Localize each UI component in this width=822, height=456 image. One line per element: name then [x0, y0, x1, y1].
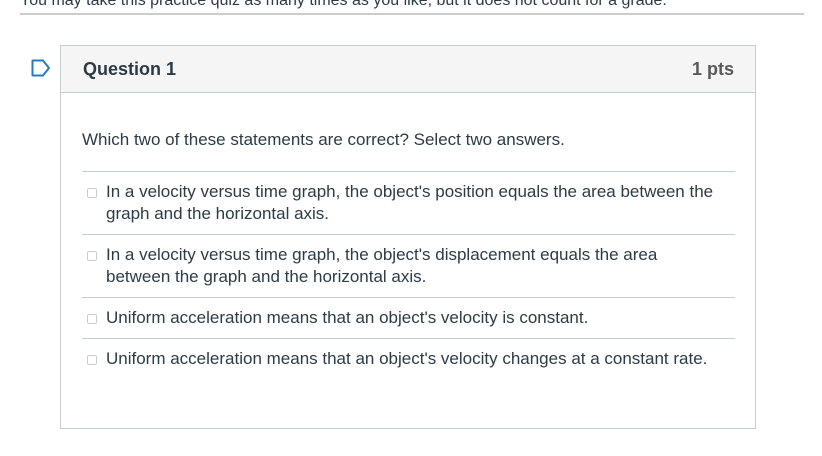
flag-question-icon[interactable] — [31, 59, 51, 77]
answer-label: In a velocity versus time graph, the obj… — [106, 245, 658, 286]
question-points: 1 pts — [691, 58, 734, 79]
answer-option[interactable]: Uniform acceleration means that an objec… — [82, 339, 735, 379]
question-body: Which two of these statements are correc… — [61, 93, 755, 379]
question-title: Question 1 — [83, 58, 177, 79]
quiz-intro-text: You may take this practice quiz as many … — [20, 0, 667, 9]
answer-label: Uniform acceleration means that an objec… — [106, 308, 589, 327]
answer-option[interactable]: In a velocity versus time graph, the obj… — [82, 235, 735, 298]
answer-checkbox[interactable] — [87, 188, 97, 198]
answer-checkbox[interactable] — [87, 251, 97, 261]
question-card: Question 1 1 pts Which two of these stat… — [60, 45, 756, 429]
question-text: Which two of these statements are correc… — [82, 130, 565, 149]
answer-label: In a velocity versus time graph, the obj… — [106, 182, 714, 223]
answer-option[interactable]: Uniform acceleration means that an objec… — [82, 298, 735, 339]
answer-label: Uniform acceleration means that an objec… — [106, 349, 708, 368]
answer-option[interactable]: In a velocity versus time graph, the obj… — [82, 172, 735, 235]
answer-list: In a velocity versus time graph, the obj… — [82, 171, 735, 379]
answer-checkbox[interactable] — [87, 314, 97, 324]
question-header: Question 1 1 pts — [61, 46, 755, 93]
divider — [20, 13, 804, 15]
answer-checkbox[interactable] — [87, 355, 97, 365]
